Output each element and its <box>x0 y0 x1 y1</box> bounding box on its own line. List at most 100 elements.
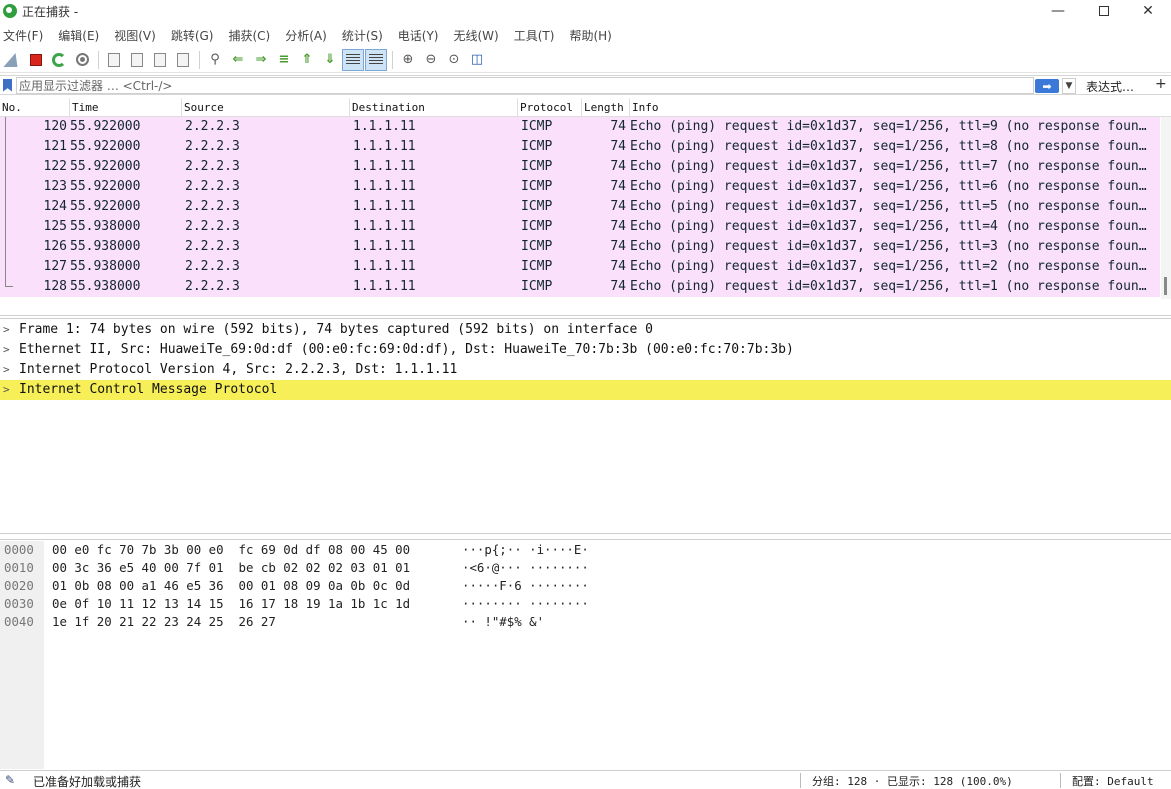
bookmark-icon[interactable] <box>3 78 12 92</box>
go-forward-button[interactable]: ⇒ <box>250 49 272 71</box>
go-back-button[interactable]: ⇐ <box>227 49 249 71</box>
chevron-right-icon[interactable]: > <box>3 340 10 360</box>
packet-list[interactable]: 120 55.922000 2.2.2.3 1.1.1.11 ICMP 74 Echo (p… <box>0 117 1160 299</box>
menu-wireless[interactable]: 无线(W) <box>454 27 499 44</box>
hex-bytes[interactable]: 00 e0 fc 70 7b 3b 00 e0 fc 69 0d df 08 0… <box>52 541 410 559</box>
menu-telephony[interactable]: 电话(Y) <box>398 27 439 44</box>
resize-columns-button[interactable]: ◫ <box>466 49 488 71</box>
packet-info: Echo (ping) request id=0x1d37, seq=1/256… <box>630 239 1160 254</box>
packet-row[interactable]: 126 55.938000 2.2.2.3 1.1.1.11 ICMP 74 Echo (p… <box>0 237 1160 257</box>
save-icon <box>131 52 143 67</box>
zoom-in-button[interactable]: ⊕ <box>397 49 419 71</box>
menu-analyze[interactable]: 分析(A) <box>285 27 327 44</box>
packet-source: 2.2.2.3 <box>185 139 240 154</box>
packet-row[interactable]: 120 55.922000 2.2.2.3 1.1.1.11 ICMP 74 Echo (p… <box>0 117 1160 137</box>
go-to-packet-button[interactable]: ≡ <box>273 49 295 71</box>
detail-row-icmp[interactable]: > Internet Control Message Protocol <box>0 380 1171 400</box>
profile-indicator[interactable]: 配置: Default <box>1072 773 1154 789</box>
hex-offset: 0030 <box>4 596 34 611</box>
filter-history-dropdown[interactable]: ▼ <box>1062 78 1076 94</box>
packet-destination: 1.1.1.11 <box>353 259 416 274</box>
menu-capture[interactable]: 捕获(C) <box>228 27 270 44</box>
first-packet-button[interactable]: ⇑ <box>296 49 318 71</box>
autoscroll-button[interactable] <box>342 48 364 71</box>
pane-splitter[interactable] <box>0 315 1171 319</box>
hex-bytes[interactable]: 0e 0f 10 11 12 13 14 15 16 17 18 19 1a 1… <box>52 595 410 613</box>
packet-row[interactable]: 123 55.922000 2.2.2.3 1.1.1.11 ICMP 74 Echo (p… <box>0 177 1160 197</box>
hex-ascii[interactable]: ·····F·6 ········ <box>462 577 589 595</box>
maximize-button[interactable] <box>1081 0 1127 22</box>
close-file-button[interactable] <box>149 49 171 71</box>
packet-row[interactable]: 122 55.922000 2.2.2.3 1.1.1.11 ICMP 74 Echo (p… <box>0 157 1160 177</box>
menu-edit[interactable]: 编辑(E) <box>58 27 99 44</box>
column-header-time[interactable]: Time <box>70 98 182 117</box>
expert-info-icon[interactable]: ✎ <box>5 774 17 786</box>
column-header-info[interactable]: Info <box>630 98 1171 117</box>
packet-row[interactable]: 121 55.922000 2.2.2.3 1.1.1.11 ICMP 74 Echo (p… <box>0 137 1160 157</box>
chevron-right-icon[interactable]: > <box>3 320 10 340</box>
column-header-length[interactable]: Length <box>582 98 630 117</box>
packet-length: 74 <box>610 219 626 234</box>
hex-ascii[interactable]: ·<6·@··· ········ <box>462 559 589 577</box>
normal-size-button[interactable]: ⊙ <box>443 49 465 71</box>
hex-ascii[interactable]: ········ ········ <box>462 595 589 613</box>
packet-time: 55.922000 <box>70 199 141 214</box>
tree-connector <box>5 237 6 257</box>
colorize-button[interactable] <box>365 48 387 71</box>
display-filter-input[interactable]: 应用显示过滤器 … <Ctrl-/> <box>16 77 1034 94</box>
open-file-button[interactable] <box>103 49 125 71</box>
last-packet-button[interactable]: ⇓ <box>319 49 341 71</box>
hex-bytes[interactable]: 00 3c 36 e5 40 00 7f 01 be cb 02 02 02 0… <box>52 559 410 577</box>
scrollbar-thumb[interactable] <box>1164 277 1167 295</box>
stop-capture-button[interactable] <box>25 49 47 71</box>
menu-help[interactable]: 帮助(H) <box>569 27 611 44</box>
hex-ascii[interactable]: ···p{;·· ·i····E· <box>462 541 589 559</box>
zoom-in-icon: ⊕ <box>402 52 414 67</box>
hex-bytes[interactable]: 1e 1f 20 21 22 23 24 25 26 27 <box>52 613 276 631</box>
packet-source: 2.2.2.3 <box>185 119 240 134</box>
column-header-protocol[interactable]: Protocol <box>518 98 582 117</box>
hex-offset: 0020 <box>4 578 34 593</box>
chevron-right-icon[interactable]: > <box>3 380 10 400</box>
minimize-button[interactable]: — <box>1035 0 1081 22</box>
zoom-out-button[interactable]: ⊖ <box>420 49 442 71</box>
packet-no: 122 <box>43 159 67 174</box>
menu-view[interactable]: 视图(V) <box>114 27 156 44</box>
packet-row[interactable]: 127 55.938000 2.2.2.3 1.1.1.11 ICMP 74 Echo (p… <box>0 257 1160 277</box>
hex-bytes[interactable]: 01 0b 08 00 a1 46 e5 36 00 01 08 09 0a 0… <box>52 577 410 595</box>
packet-list-scrollbar[interactable] <box>1161 117 1171 299</box>
packet-row[interactable]: 124 55.922000 2.2.2.3 1.1.1.11 ICMP 74 Echo (p… <box>0 197 1160 217</box>
packet-row[interactable]: 128 55.938000 2.2.2.3 1.1.1.11 ICMP 74 Echo (p… <box>0 277 1160 297</box>
colorize-icon <box>369 53 383 66</box>
save-file-button[interactable] <box>126 49 148 71</box>
reload-file-button[interactable] <box>172 49 194 71</box>
detail-row-ipv4[interactable]: > Internet Protocol Version 4, Src: 2.2.2… <box>0 360 1171 380</box>
capture-options-button[interactable] <box>71 49 93 71</box>
chevron-right-icon[interactable]: > <box>3 360 10 380</box>
gear-icon <box>75 53 89 66</box>
expression-button[interactable]: 表达式… <box>1086 78 1134 95</box>
packet-row[interactable]: 125 55.938000 2.2.2.3 1.1.1.11 ICMP 74 Echo (p… <box>0 217 1160 237</box>
menu-statistics[interactable]: 统计(S) <box>342 27 383 44</box>
apply-filter-button[interactable]: ➡ <box>1035 79 1059 93</box>
start-capture-button[interactable] <box>2 49 24 71</box>
packet-bytes-pane[interactable]: 0000 00 e0 fc 70 7b 3b 00 e0 fc 69 0d df … <box>0 541 1171 769</box>
packet-destination: 1.1.1.11 <box>353 239 416 254</box>
minimize-icon: — <box>1051 3 1065 19</box>
detail-row-frame[interactable]: > Frame 1: 74 bytes on wire (592 bits), 7… <box>0 320 1171 340</box>
column-header-source[interactable]: Source <box>182 98 350 117</box>
menu-file[interactable]: 文件(F) <box>3 27 43 44</box>
detail-row-ethernet[interactable]: > Ethernet II, Src: HuaweiTe_69:0d:df (00… <box>0 340 1171 360</box>
menu-go[interactable]: 跳转(G) <box>171 27 214 44</box>
column-header-destination[interactable]: Destination <box>350 98 518 117</box>
tree-connector <box>5 117 6 137</box>
add-filter-button[interactable]: + <box>1155 76 1167 92</box>
find-packet-button[interactable]: ⚲ <box>204 49 226 71</box>
column-header-no[interactable]: No. <box>0 98 70 117</box>
hex-ascii[interactable]: ·· !"#$% &' <box>462 613 544 631</box>
close-button[interactable]: ✕ <box>1125 0 1171 22</box>
pane-splitter[interactable] <box>0 533 1171 540</box>
restart-capture-button[interactable] <box>48 49 70 71</box>
menu-tools[interactable]: 工具(T) <box>514 27 555 44</box>
wireshark-logo-icon <box>3 4 17 18</box>
